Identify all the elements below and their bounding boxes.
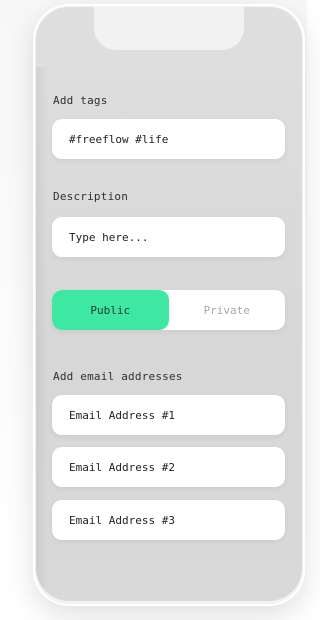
description-placeholder: Type here...	[69, 230, 149, 244]
email-field-3[interactable]: Email Address #3	[52, 500, 285, 540]
private-option[interactable]: Private	[169, 290, 286, 330]
page: Add tags #freeflow #life Description Typ…	[0, 0, 307, 620]
tags-input[interactable]: #freeflow #life	[52, 119, 285, 159]
visibility-toggle[interactable]: Public Private	[52, 290, 285, 330]
description-input[interactable]: Type here...	[52, 217, 285, 257]
emails-label: Add email addresses	[53, 370, 183, 383]
email-field-3-placeholder: Email Address #3	[69, 513, 175, 527]
phone-notch	[94, 7, 244, 50]
email-field-1-placeholder: Email Address #1	[69, 408, 175, 422]
email-field-2-placeholder: Email Address #2	[69, 460, 175, 474]
phone-screen: Add tags #freeflow #life Description Typ…	[36, 7, 302, 601]
email-field-2[interactable]: Email Address #2	[52, 447, 285, 487]
tags-label: Add tags	[53, 94, 108, 107]
email-field-1[interactable]: Email Address #1	[52, 395, 285, 435]
description-label: Description	[53, 190, 129, 203]
screen-shade	[36, 67, 48, 587]
public-option[interactable]: Public	[52, 290, 169, 330]
tags-input-value: #freeflow #life	[69, 132, 169, 146]
phone-frame: Add tags #freeflow #life Description Typ…	[33, 4, 305, 606]
